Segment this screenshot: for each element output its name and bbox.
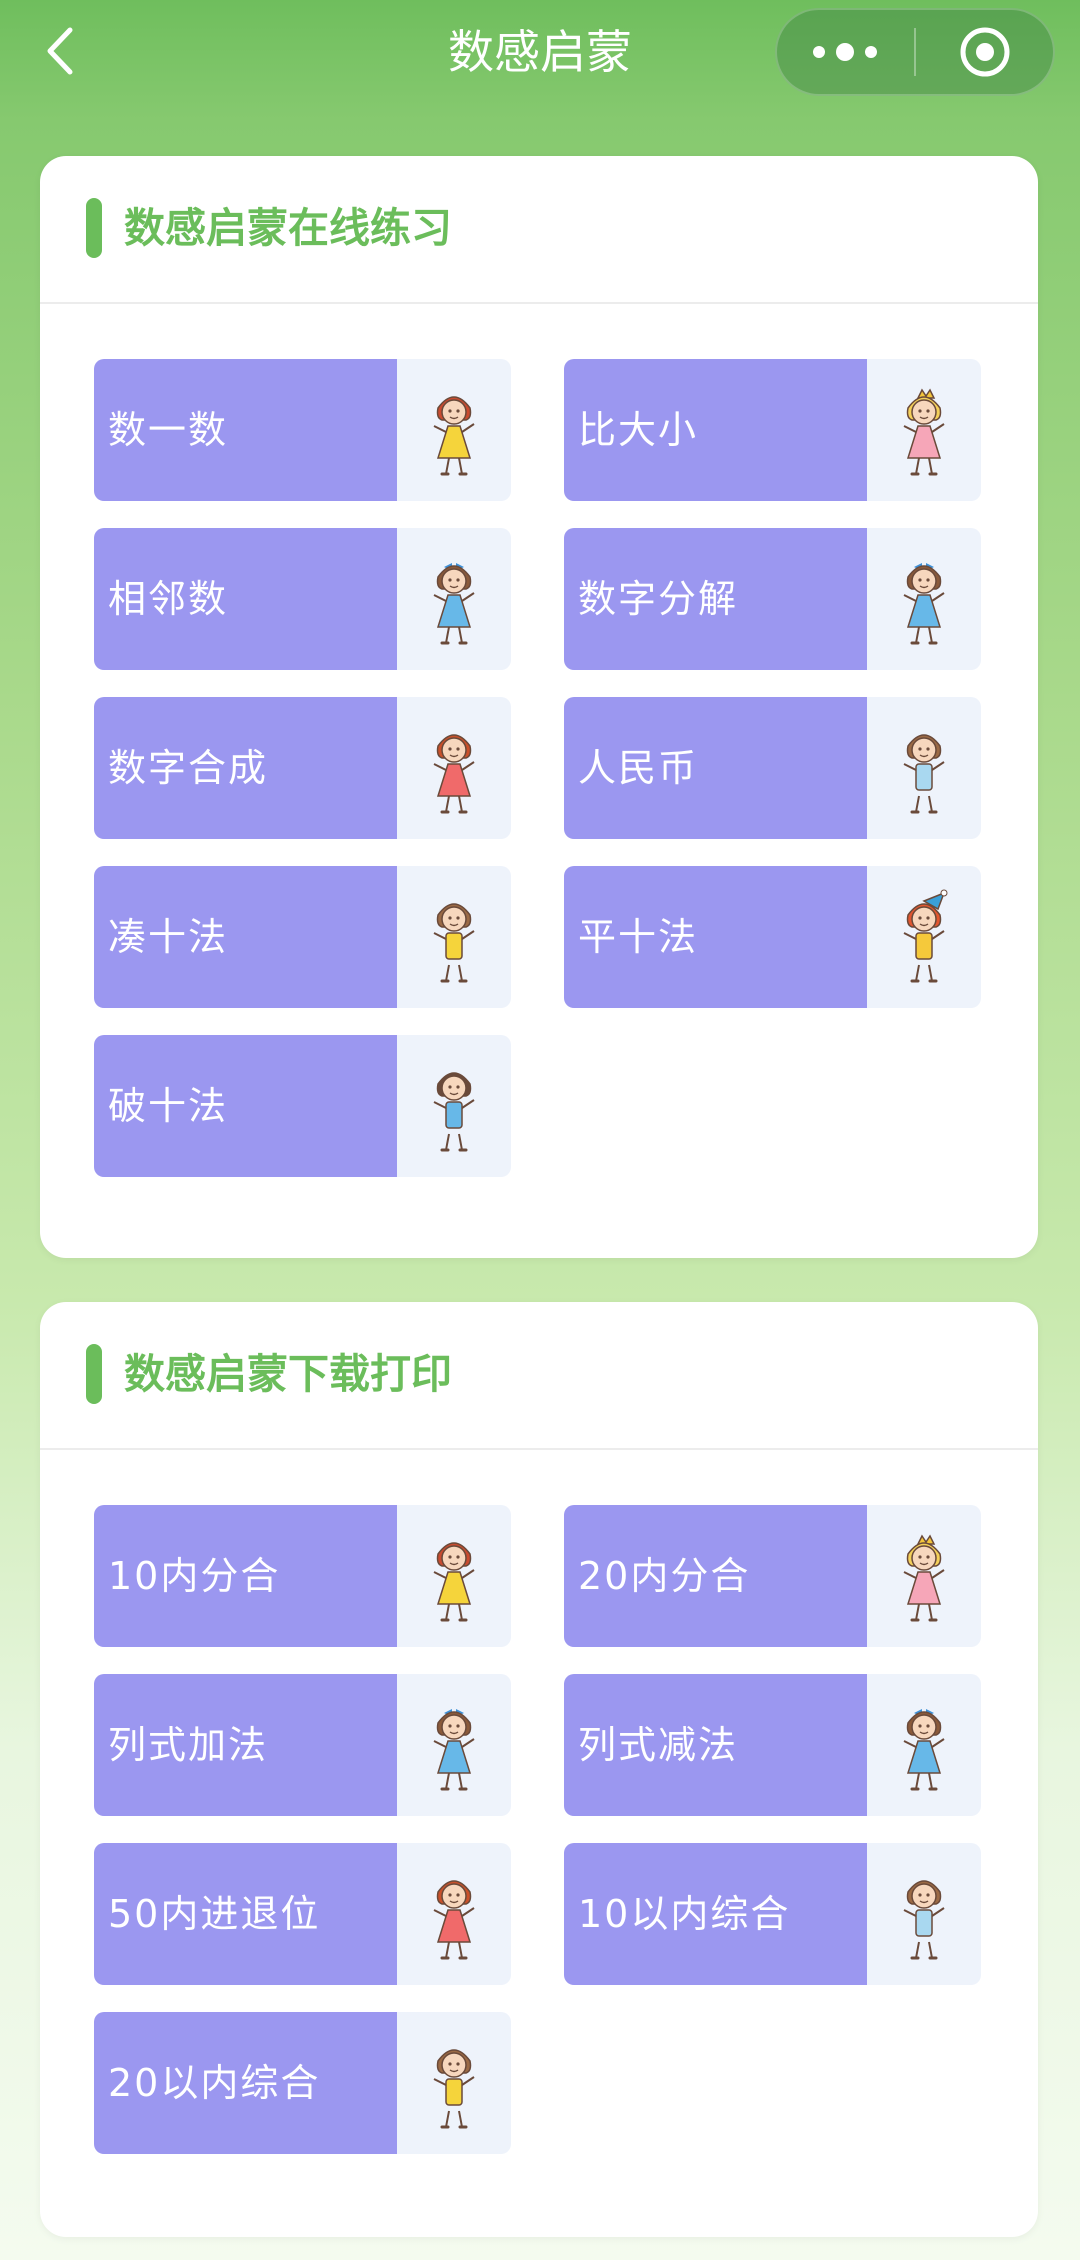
capsule-divider: [914, 28, 916, 76]
girl-red-dress-icon: [397, 697, 511, 839]
menu-tile[interactable]: 20以内综合: [94, 2012, 511, 2154]
menu-tile[interactable]: 列式减法: [564, 1674, 981, 1816]
title-accent-bar: [86, 198, 102, 258]
girl-blue-dress-icon: [397, 1674, 511, 1816]
boy-light-blue-icon: [903, 1880, 945, 1960]
tile-label: 相邻数: [94, 528, 397, 670]
close-mini-program-button[interactable]: [917, 10, 1053, 94]
boy-yellow-shirt-icon: [397, 866, 511, 1008]
girl-blue-dress-icon: [867, 528, 981, 670]
tile-label: 20内分合: [564, 1505, 867, 1647]
girl-blue-dress-icon: [433, 563, 475, 645]
card-header: 数感启蒙在线练习: [40, 156, 1038, 304]
menu-tile[interactable]: 平十法: [564, 866, 981, 1008]
download-grid: 10内分合 20内分合列式加法 列式减法 50内进退位 10以内综合 20以内综合: [40, 1450, 1038, 2234]
girl-blue-dress-icon: [903, 1709, 945, 1791]
target-icon: [960, 27, 1010, 77]
princess-pink-dress-icon: [903, 1534, 945, 1622]
boy-jumping-icon: [433, 1072, 475, 1152]
tile-label: 列式加法: [94, 1674, 397, 1816]
tile-label: 数字分解: [564, 528, 867, 670]
chevron-left-icon: [47, 27, 73, 75]
card-header: 数感启蒙下载打印: [40, 1302, 1038, 1450]
menu-tile[interactable]: 数一数: [94, 359, 511, 501]
princess-pink-dress-icon: [903, 388, 945, 476]
tile-label: 50内进退位: [94, 1843, 397, 1985]
navigation-bar: 数感启蒙: [0, 0, 1080, 112]
download-print-card: 数感启蒙下载打印 10内分合 20内分合列式加法 列式减法 50内进退位 10以内综合 2…: [40, 1302, 1038, 2237]
clown-kid-icon: [867, 866, 981, 1008]
tile-label: 20以内综合: [94, 2012, 397, 2154]
princess-pink-dress-icon: [867, 1505, 981, 1647]
section-title: 数感启蒙在线练习: [124, 204, 452, 252]
menu-tile[interactable]: 20内分合: [564, 1505, 981, 1647]
boy-jumping-icon: [397, 1035, 511, 1177]
practice-grid: 数一数 比大小相邻数 数字分解数字合成 人民币凑十法 平十法破十法: [40, 304, 1038, 1257]
menu-tile[interactable]: 相邻数: [94, 528, 511, 670]
tile-label: 平十法: [564, 866, 867, 1008]
section-title: 数感启蒙下载打印: [124, 1350, 452, 1398]
menu-tile[interactable]: 数字分解: [564, 528, 981, 670]
tile-label: 10内分合: [94, 1505, 397, 1647]
tile-label: 凑十法: [94, 866, 397, 1008]
princess-pink-dress-icon: [867, 359, 981, 501]
menu-tile[interactable]: 比大小: [564, 359, 981, 501]
boy-light-blue-icon: [903, 734, 945, 814]
girl-red-dress-icon: [397, 1843, 511, 1985]
menu-tile[interactable]: 数字合成: [94, 697, 511, 839]
clown-kid-icon: [903, 889, 948, 983]
girl-yellow-dress-icon: [397, 359, 511, 501]
girl-blue-dress-icon: [397, 528, 511, 670]
mini-program-capsule: [775, 8, 1055, 96]
tile-label: 列式减法: [564, 1674, 867, 1816]
girl-blue-dress-icon: [867, 1674, 981, 1816]
menu-tile[interactable]: 50内进退位: [94, 1843, 511, 1985]
menu-tile[interactable]: 列式加法: [94, 1674, 511, 1816]
menu-tile[interactable]: 破十法: [94, 1035, 511, 1177]
tile-label: 比大小: [564, 359, 867, 501]
title-accent-bar: [86, 1344, 102, 1404]
tile-label: 数字合成: [94, 697, 397, 839]
girl-yellow-dress-icon: [397, 1505, 511, 1647]
back-button[interactable]: [40, 22, 90, 80]
girl-red-dress-icon: [433, 734, 475, 814]
boy-light-blue-icon: [867, 697, 981, 839]
more-dots-icon: [813, 43, 877, 61]
girl-blue-dress-icon: [903, 563, 945, 645]
boy-yellow-shirt-icon: [433, 903, 475, 983]
girl-yellow-dress-icon: [433, 1542, 475, 1622]
girl-red-dress-icon: [433, 1880, 475, 1960]
menu-tile[interactable]: 人民币: [564, 697, 981, 839]
more-button[interactable]: [777, 10, 913, 94]
online-practice-card: 数感启蒙在线练习 数一数 比大小相邻数 数字分解数字合成 人民币凑十法 平十法破十法: [40, 156, 1038, 1258]
boy-yellow-shirt-icon: [433, 2049, 475, 2129]
girl-yellow-dress-icon: [433, 396, 475, 476]
girl-blue-dress-icon: [433, 1709, 475, 1791]
tile-label: 数一数: [94, 359, 397, 501]
tile-label: 人民币: [564, 697, 867, 839]
menu-tile[interactable]: 凑十法: [94, 866, 511, 1008]
menu-tile[interactable]: 10以内综合: [564, 1843, 981, 1985]
menu-tile[interactable]: 10内分合: [94, 1505, 511, 1647]
tile-label: 10以内综合: [564, 1843, 867, 1985]
tile-label: 破十法: [94, 1035, 397, 1177]
boy-light-blue-icon: [867, 1843, 981, 1985]
boy-yellow-shirt-icon: [397, 2012, 511, 2154]
